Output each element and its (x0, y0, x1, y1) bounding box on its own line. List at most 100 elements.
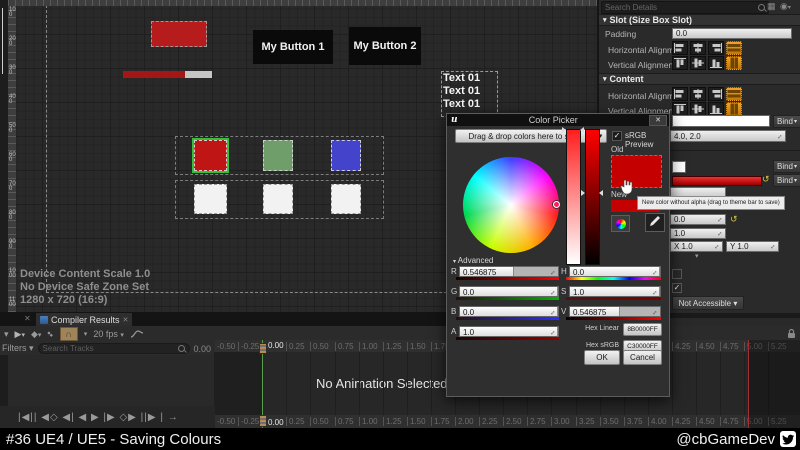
search-details-input[interactable]: Search Details (601, 1, 769, 14)
reset-to-default-icon[interactable]: ↺ (762, 175, 770, 184)
tab-compiler-results[interactable]: Compiler Results ✕ (36, 313, 133, 326)
textblock-widget[interactable]: Text 01 Text 01 Text 01 (441, 71, 498, 117)
channel-input-A[interactable]: 1.0 ↔ (459, 326, 559, 337)
old-color-swatch[interactable] (611, 155, 662, 188)
swatch-white-2[interactable] (263, 184, 293, 214)
dialog-title-bar[interactable]: u Color Picker ✕ (447, 114, 669, 126)
not-accessible-dropdown[interactable]: Not Accessible ▾ (672, 296, 744, 310)
image-widget-red[interactable] (151, 21, 207, 47)
channel-input-V[interactable]: 0.546875 ↔ (569, 306, 661, 317)
bind-button[interactable]: Bind ▾ (773, 160, 800, 173)
bind-button[interactable]: Bind ▾ (773, 115, 800, 128)
padding-input[interactable]: 0.0 (672, 28, 792, 39)
srgb-checkbox[interactable]: ✓ (612, 131, 622, 141)
keyframe-button[interactable]: ◆▾ (31, 329, 41, 340)
chevron-down-icon[interactable]: ▾ (84, 330, 88, 338)
record-toggle[interactable]: ∩ (59, 327, 78, 341)
align-center-icon[interactable] (690, 87, 706, 101)
y-input[interactable]: Y 1.0 ↔ (726, 241, 779, 252)
wheel-selector[interactable] (553, 201, 560, 208)
close-icon[interactable]: ✕ (649, 114, 667, 126)
button-widget-2[interactable]: My Button 2 (349, 27, 421, 65)
search-tracks-input[interactable]: Search Tracks (37, 343, 190, 354)
align-center-icon[interactable] (690, 41, 706, 55)
channel-input-G[interactable]: 0.0 ↔ (459, 286, 559, 297)
h-align-buttons-content[interactable] (672, 87, 742, 101)
swatch-blue[interactable] (331, 140, 361, 171)
button-widget-1[interactable]: My Button 1 (253, 30, 333, 64)
text-value-input[interactable] (672, 115, 770, 127)
channel-input-H[interactable]: 0.0 ↔ (569, 266, 661, 277)
checkbox-checked[interactable]: ✓ (672, 283, 682, 293)
chevron-down-icon[interactable]: ▾ (4, 329, 9, 340)
eye-filter-icon[interactable]: ◉▾ (780, 1, 791, 12)
autokey-icon[interactable]: ▪▪ (45, 328, 57, 340)
lock-icon[interactable] (787, 328, 796, 339)
expand-arrow-icon[interactable]: ▾ (695, 252, 699, 260)
v-align-buttons-content[interactable] (672, 102, 742, 116)
section-content[interactable]: ▾ Content (599, 73, 800, 85)
scale-input[interactable]: 1.0 ↔ (670, 228, 726, 239)
slider-handle-left[interactable] (581, 190, 585, 196)
align-fill-icon[interactable] (726, 41, 742, 55)
align-fill-icon[interactable] (726, 56, 742, 70)
align-fill-icon[interactable] (726, 102, 742, 116)
eyedropper-button[interactable] (645, 213, 665, 232)
color-picker-dialog[interactable]: u Color Picker ✕ Drag & drop colors here… (446, 113, 670, 397)
curve-editor-icon[interactable] (130, 329, 144, 339)
transport-buttons[interactable]: |◀|| ◀◇ ◀| ◀ ▶ |▶ ◇▶ ||▶ | → (18, 412, 179, 423)
channel-input-B[interactable]: 0.0 ↔ (459, 306, 559, 317)
bind-button[interactable]: Bind ▾ (773, 174, 800, 187)
play-button[interactable]: ▶▾ (15, 329, 25, 340)
transport-controls[interactable]: |◀|| ◀◇ ◀| ◀ ▶ |▶ ◇▶ ||▶ | → (0, 406, 215, 428)
swatch-red-selected[interactable] (192, 138, 229, 173)
timeline-ruler-bottom[interactable]: -0.50 -0.25 0.25 0.50 0.75 1.00 1.25 1.50 1.75 2.… (215, 415, 800, 428)
playhead-handle-top[interactable] (259, 343, 267, 354)
color-themes-button[interactable] (611, 215, 630, 232)
swatch-green[interactable] (263, 140, 293, 171)
color-swatch-white[interactable] (672, 161, 686, 173)
alpha-input[interactable]: 0.0 ↔ (670, 214, 726, 225)
section-slot[interactable]: ▾ Slot (Size Box Slot) (599, 14, 800, 26)
align-middle-icon[interactable] (690, 102, 706, 116)
color-swatch-red-tint[interactable] (672, 176, 762, 186)
align-bottom-icon[interactable] (708, 56, 724, 70)
align-middle-icon[interactable] (690, 56, 706, 70)
align-top-icon[interactable] (672, 102, 688, 116)
filters-dropdown[interactable]: Filters ▾ (2, 343, 34, 354)
align-right-icon[interactable] (708, 87, 724, 101)
slider-handle-left[interactable] (562, 127, 566, 133)
end-marker-line[interactable] (748, 340, 749, 428)
align-bottom-icon[interactable] (708, 102, 724, 116)
column-view-icon[interactable]: ▦ (767, 1, 776, 12)
slider-handle-right[interactable] (599, 190, 603, 196)
align-right-icon[interactable] (708, 41, 724, 55)
color-wheel[interactable] (463, 157, 559, 253)
fps-dropdown[interactable]: 20 fps ▾ (93, 329, 124, 339)
align-fill-icon[interactable] (726, 87, 742, 101)
ok-button[interactable]: OK (584, 350, 620, 365)
slider-handle-right[interactable] (580, 127, 584, 133)
saturation-slider[interactable] (566, 129, 581, 265)
align-left-icon[interactable] (672, 41, 688, 55)
advanced-expander[interactable]: ▾ Advanced (453, 256, 493, 265)
playhead-handle-bottom[interactable] (259, 415, 267, 427)
close-icon[interactable]: ✕ (123, 316, 129, 324)
align-left-icon[interactable] (672, 87, 688, 101)
reset-to-default-icon[interactable]: ↺ (730, 215, 738, 224)
cancel-button[interactable]: Cancel (623, 350, 662, 365)
swatch-white-1[interactable] (194, 184, 227, 214)
channel-input-S[interactable]: 1.0 ↔ (569, 286, 661, 297)
progressbar-widget[interactable] (123, 71, 212, 78)
align-top-icon[interactable] (672, 56, 688, 70)
channel-input-R[interactable]: 0.546875 ↔ (459, 266, 559, 277)
x-input[interactable]: X 1.0 ↔ (670, 241, 723, 252)
hex-linear-input[interactable]: 8B0000FF (623, 323, 662, 336)
checkbox-unchecked[interactable] (672, 269, 682, 279)
font-size-input[interactable]: 4.0, 2.0 ↔ (670, 130, 786, 142)
v-align-buttons-slot[interactable] (672, 56, 742, 70)
h-align-buttons-slot[interactable] (672, 41, 742, 55)
swatch-white-3[interactable] (331, 184, 361, 214)
value-slider[interactable] (585, 129, 600, 265)
close-icon[interactable]: ✕ (24, 314, 31, 323)
